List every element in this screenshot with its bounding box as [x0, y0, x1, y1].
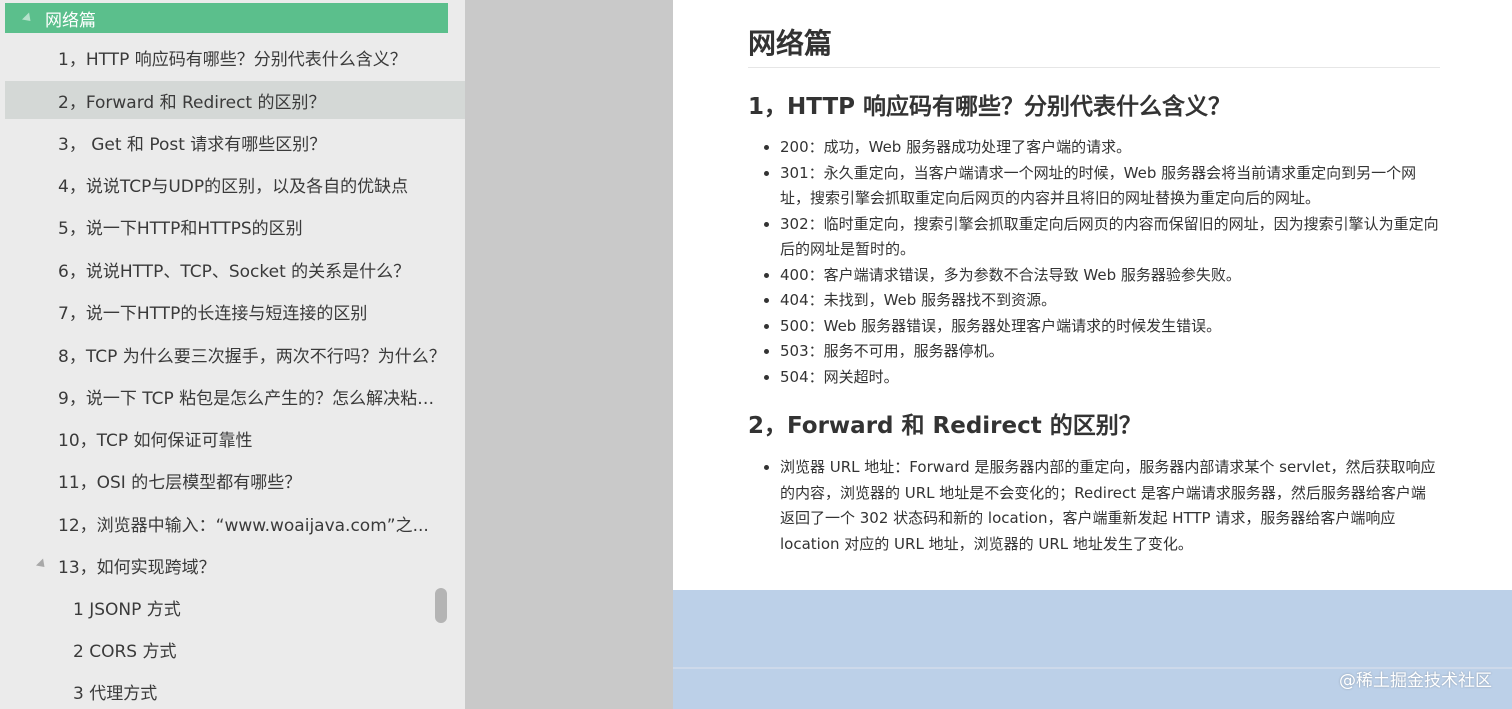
- http-codes-list: 200：成功，Web 服务器成功处理了客户端的请求。 301：永久重定向，当客户…: [748, 135, 1440, 390]
- list-item: 503：服务不可用，服务器停机。: [780, 339, 1440, 365]
- toc-subitem-proxy[interactable]: 3 代理方式: [5, 672, 465, 709]
- toc-item-label: 1 JSONP 方式: [73, 599, 181, 620]
- toc-item-5[interactable]: 5，说一下HTTP和HTTPS的区别: [5, 207, 465, 245]
- toc-item-label: 2，Forward 和 Redirect 的区别？: [58, 92, 326, 113]
- toc-item-11[interactable]: 11，OSI 的七层模型都有哪些？: [5, 461, 465, 499]
- toc-item-13[interactable]: 13，如何实现跨域？: [5, 546, 465, 584]
- toc-item-label: 11，OSI 的七层模型都有哪些？: [58, 472, 302, 493]
- section-heading-forward-redirect: 2，Forward 和 Redirect 的区别？: [748, 413, 1142, 439]
- toc-item-label: 3， Get 和 Post 请求有哪些区别？: [58, 134, 327, 155]
- toc-section-network[interactable]: 网络篇: [5, 3, 448, 33]
- toc-item-label: 1，HTTP 响应码有哪些？分别代表什么含义？: [58, 49, 407, 70]
- source-credit-watermark: @稀土掘金技术社区: [1339, 671, 1492, 691]
- toc-item-label: 4，说说TCP与UDP的区别，以及各自的优缺点: [58, 176, 409, 197]
- list-item: 200：成功，Web 服务器成功处理了客户端的请求。: [780, 135, 1440, 161]
- toc-item-label: 7，说一下HTTP的长连接与短连接的区别: [58, 303, 368, 324]
- toc-item-label: 13，如何实现跨域？: [58, 557, 216, 578]
- toc-item-label: 2 CORS 方式: [73, 641, 177, 662]
- list-item: 302：临时重定向，搜索引擎会抓取重定向后网页的内容而保留旧的网址，因为搜索引擎…: [780, 212, 1440, 263]
- sidebar-scrollbar-thumb[interactable]: [435, 588, 447, 623]
- pane-gutter: [465, 0, 673, 709]
- title-divider: [748, 67, 1440, 68]
- toc-item-12[interactable]: 12，浏览器中输入：“www.woaijava.com”之...: [5, 504, 448, 542]
- toc-item-label: 3 代理方式: [73, 683, 158, 704]
- bottom-band: [673, 590, 1512, 709]
- page-title: 网络篇: [748, 27, 833, 60]
- toc-item-9[interactable]: 9，说一下 TCP 粘包是怎么产生的？怎么解决粘包...: [5, 377, 448, 415]
- forward-redirect-list: 浏览器 URL 地址：Forward 是服务器内部的重定向，服务器内部请求某个 …: [748, 455, 1440, 557]
- toc-item-4[interactable]: 4，说说TCP与UDP的区别，以及各自的优缺点: [5, 165, 465, 203]
- collapse-triangle-icon[interactable]: [21, 11, 35, 25]
- list-item: 301：永久重定向，当客户端请求一个网址的时候，Web 服务器会将当前请求重定向…: [780, 161, 1440, 212]
- toc-item-6[interactable]: 6，说说HTTP、TCP、Socket 的关系是什么？: [5, 250, 465, 288]
- toc-item-10[interactable]: 10，TCP 如何保证可靠性: [5, 419, 465, 457]
- toc-subitem-jsonp[interactable]: 1 JSONP 方式: [5, 588, 433, 626]
- toc-item-label: 6，说说HTTP、TCP、Socket 的关系是什么？: [58, 261, 411, 282]
- toc-item-label: 10，TCP 如何保证可靠性: [58, 430, 253, 451]
- toc-subitem-cors[interactable]: 2 CORS 方式: [5, 630, 465, 668]
- toc-section-label: 网络篇: [45, 10, 96, 31]
- toc-item-label: 8，TCP 为什么要三次握手，两次不行吗？为什么？: [58, 346, 446, 367]
- list-item: 504：网关超时。: [780, 365, 1440, 391]
- toc-item-7[interactable]: 7，说一下HTTP的长连接与短连接的区别: [5, 292, 465, 330]
- toc-item-1[interactable]: 1，HTTP 响应码有哪些？分别代表什么含义？: [5, 38, 465, 76]
- section-heading-http-codes: 1，HTTP 响应码有哪些？分别代表什么含义？: [748, 94, 1232, 120]
- toc-item-label: 5，说一下HTTP和HTTPS的区别: [58, 218, 303, 239]
- toc-sidebar: 网络篇 1，HTTP 响应码有哪些？分别代表什么含义？ 2，Forward 和 …: [0, 0, 465, 709]
- expand-triangle-icon[interactable]: [35, 558, 49, 571]
- toc-item-2[interactable]: 2，Forward 和 Redirect 的区别？: [5, 81, 465, 119]
- toc-item-8[interactable]: 8，TCP 为什么要三次握手，两次不行吗？为什么？: [5, 335, 465, 373]
- list-item: 404：未找到，Web 服务器找不到资源。: [780, 288, 1440, 314]
- toc-item-3[interactable]: 3， Get 和 Post 请求有哪些区别？: [5, 123, 465, 161]
- toc-item-label: 12，浏览器中输入：“www.woaijava.com”之...: [58, 515, 429, 536]
- list-item: 500：Web 服务器错误，服务器处理客户端请求的时候发生错误。: [780, 314, 1440, 340]
- app-window: 网络篇 1，HTTP 响应码有哪些？分别代表什么含义？ 2，Forward 和 …: [0, 0, 1512, 709]
- document-content: 部 网络篇 1，HTTP 响应码有哪些？分别代表什么含义？ 200：成功，Web…: [673, 0, 1512, 590]
- list-item: 浏览器 URL 地址：Forward 是服务器内部的重定向，服务器内部请求某个 …: [780, 455, 1440, 557]
- list-item: 400：客户端请求错误，多为参数不合法导致 Web 服务器验参失败。: [780, 263, 1440, 289]
- toc-item-label: 9，说一下 TCP 粘包是怎么产生的？怎么解决粘包...: [58, 388, 448, 409]
